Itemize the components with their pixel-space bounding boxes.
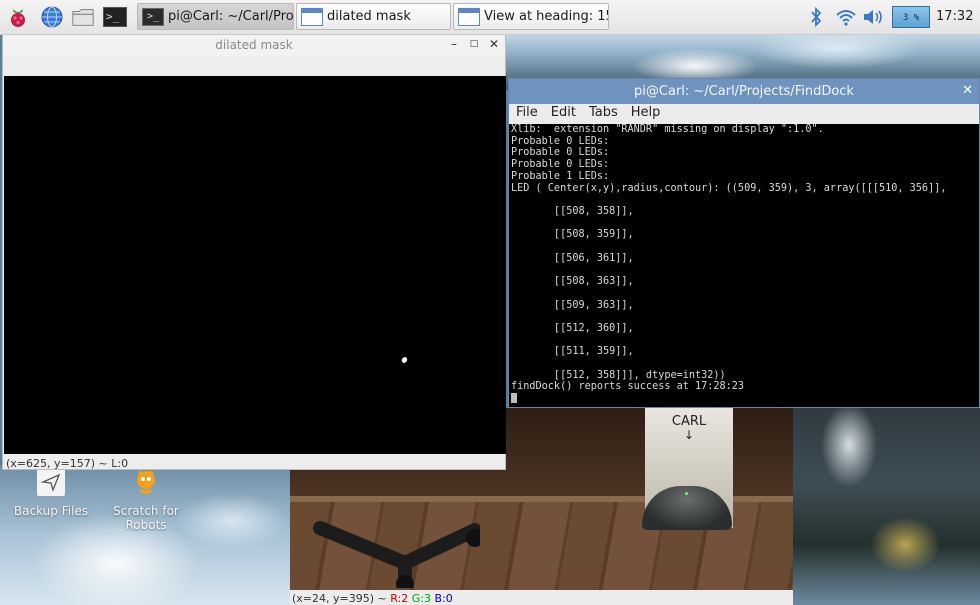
close-button[interactable]: ✕ xyxy=(962,83,973,98)
raspberry-pi-icon[interactable] xyxy=(6,5,30,29)
terminal-line: [[512, 358]]], dtype=int32)) xyxy=(511,369,726,381)
wifi-icon[interactable] xyxy=(834,5,858,29)
terminal-prompt[interactable] xyxy=(511,393,975,406)
maximize-button[interactable]: □ xyxy=(467,37,481,51)
backup-files-icon xyxy=(37,468,65,496)
menu-file[interactable]: File xyxy=(509,104,544,124)
taskbar: >_ >_ pi@Carl: ~/Carl/Proje... dilated m… xyxy=(0,0,980,35)
dilated-mask-window[interactable]: dilated mask – □ ✕ (x=625, y=157) ~ L:0 xyxy=(2,32,506,470)
terminal-icon[interactable]: >_ xyxy=(103,5,127,29)
task-terminal[interactable]: >_ pi@Carl: ~/Carl/Proje... xyxy=(137,3,294,30)
mask-window-title: dilated mask xyxy=(215,38,293,52)
terminal-line: Probable 0 LEDs: xyxy=(511,159,610,171)
wallpaper-rocks xyxy=(793,405,980,605)
terminal-titlebar[interactable]: pi@Carl: ~/Carl/Projects/FindDock ✕ xyxy=(509,79,979,104)
file-manager-icon[interactable] xyxy=(71,5,95,29)
terminal-line: [[508, 359]], xyxy=(511,229,634,241)
terminal-line: LED ( Center(x,y),radius,contour): ((509… xyxy=(511,182,947,194)
clock[interactable]: 17:32 xyxy=(936,9,973,24)
close-button[interactable]: ✕ xyxy=(487,37,501,51)
terminal-window[interactable]: pi@Carl: ~/Carl/Projects/FindDock ✕ File… xyxy=(508,78,980,408)
cpu-monitor-badge[interactable]: 3 % xyxy=(892,6,930,28)
mask-status-bar: (x=625, y=157) ~ L:0 xyxy=(6,457,129,470)
terminal-title: pi@Carl: ~/Carl/Projects/FindDock xyxy=(634,84,854,99)
task-label: dilated mask xyxy=(327,9,411,24)
terminal-line: Probable 0 LEDs: xyxy=(511,135,610,147)
window-icon xyxy=(458,7,480,26)
terminal-line: [[509, 363]], xyxy=(511,299,634,311)
task-label: pi@Carl: ~/Carl/Proje... xyxy=(168,9,294,24)
terminal-line: [[511, 359]], xyxy=(511,346,634,358)
volume-icon[interactable] xyxy=(862,5,886,29)
desktop-icon-backup-files[interactable]: Backup Files xyxy=(10,468,92,518)
terminal-line: [[506, 361]], xyxy=(511,252,634,264)
terminal-line: Probable 1 LEDs: xyxy=(511,170,610,182)
task-dilated-mask[interactable]: dilated mask xyxy=(296,3,451,30)
terminal-line: [[512, 360]], xyxy=(511,322,634,334)
dock-sign-text: CARL xyxy=(671,414,707,429)
terminal-line: findDock() reports success at 17:28:23 xyxy=(511,381,745,393)
menu-tabs[interactable]: Tabs xyxy=(582,104,624,124)
minimize-button[interactable]: – xyxy=(447,37,461,51)
camera-status-b: B:0 xyxy=(434,592,453,605)
mask-image[interactable] xyxy=(4,76,506,454)
led-blob xyxy=(400,356,409,364)
camera-status-r: R:2 xyxy=(390,592,409,605)
desktop-icon-label: Scratch for Robots xyxy=(113,504,179,532)
terminal-line: [[508, 363]], xyxy=(511,276,634,288)
robot-led xyxy=(685,492,688,495)
terminal-line: Xlib: extension "RANDR" missing on displ… xyxy=(511,124,824,135)
camera-status-bar: (x=24, y=395) ~ R:2 G:3 B:0 xyxy=(292,592,453,605)
task-view-at-heading[interactable]: View at heading: 157 ... xyxy=(453,3,609,30)
terminal-menubar: File Edit Tabs Help xyxy=(509,104,979,124)
scratch-icon xyxy=(131,468,161,498)
terminal-line: [[508, 358]], xyxy=(511,205,634,217)
mask-window-titlebar[interactable]: dilated mask – □ ✕ xyxy=(3,33,505,57)
camera-status-g: G:3 xyxy=(411,592,431,605)
desktop-icon-scratch[interactable]: Scratch for Robots xyxy=(108,468,184,532)
terminal-line: Probable 0 LEDs: xyxy=(511,147,610,159)
chair-base xyxy=(313,521,480,588)
dock-sign-arrow: ↓ xyxy=(683,428,695,442)
terminal-output[interactable]: Xlib: extension "RANDR" missing on displ… xyxy=(511,124,975,407)
camera-status-coords: (x=24, y=395) ~ xyxy=(292,592,391,605)
web-browser-icon[interactable] xyxy=(40,5,64,29)
window-icon xyxy=(301,7,323,26)
desktop-icon-label: Backup Files xyxy=(13,504,89,518)
terminal-icon: >_ xyxy=(142,7,164,26)
bluetooth-icon[interactable] xyxy=(804,5,828,29)
terminal-cursor xyxy=(511,393,517,404)
menu-help[interactable]: Help xyxy=(624,104,667,124)
menu-edit[interactable]: Edit xyxy=(544,104,582,124)
task-label: View at heading: 157 ... xyxy=(484,9,608,24)
